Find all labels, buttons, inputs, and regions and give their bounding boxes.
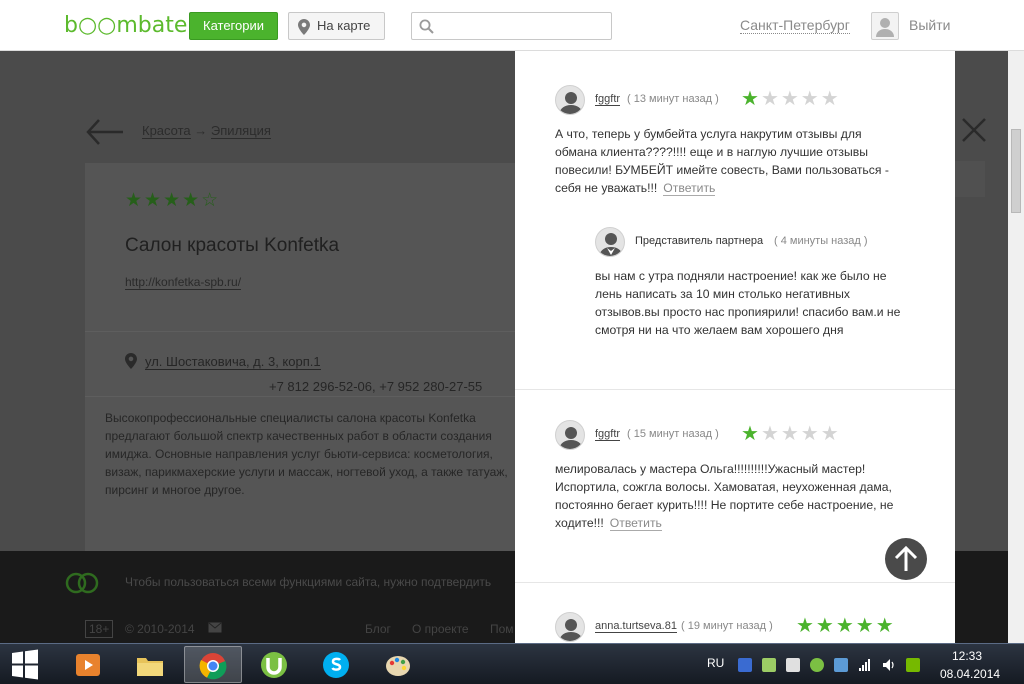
logo[interactable]: b○○mbate [64,13,187,38]
city-selector[interactable]: Санкт-Петербург [740,17,850,34]
flag-tray-icon[interactable] [786,658,800,672]
partner-avatar [595,227,625,257]
reply-link[interactable]: Ответить [609,516,662,531]
volume-icon[interactable] [882,658,896,672]
footer-logo-icon [64,571,100,600]
categories-button[interactable]: Категории [189,12,278,40]
vk-tray-icon[interactable] [738,658,752,672]
footer-link-help[interactable]: Пом [490,622,514,636]
mail-icon[interactable] [208,620,222,638]
star-filled-icon: ★ [741,423,761,445]
taskbar-skype[interactable] [308,646,366,683]
review-text: А что, теперь у бумбейта услуга накрутим… [555,125,900,197]
salon-title: Салон красоты Konfetka [125,235,340,256]
taskbar-file-explorer[interactable] [122,646,180,683]
review-text: мелировалась у мастера Ольга!!!!!!!!!!Уж… [555,460,900,532]
divider [85,331,515,332]
salon-description: Высокопрофессиональные специалисты салон… [105,411,508,497]
salon-website-link[interactable]: http://konfetka-spb.ru/ [125,275,242,290]
salon-address[interactable]: ул. Шостаковича, д. 3, корп.1 [145,354,321,370]
reply-link[interactable]: Ответить [663,181,716,196]
network-signal-icon[interactable] [858,658,872,672]
review-body: А что, теперь у бумбейта услуга накрутим… [555,127,889,195]
review-rating-stars: ★★★★★ [796,616,896,636]
user-silhouette-icon [559,92,583,114]
star-empty-icon: ★★★★ [760,88,841,110]
star-filled-icon: ★★★★★ [796,615,896,637]
user-avatar-icon[interactable] [871,12,899,40]
footer-link-blog[interactable]: Блог [365,622,391,636]
partner-reply-time: ( 4 минуты назад ) [774,235,868,247]
scrollbar-thumb[interactable] [1011,129,1021,213]
skype-icon [323,652,349,678]
user-silhouette-icon [559,619,583,641]
salon-rating-stars: ★★★★☆ [125,190,221,211]
taskbar-media-player[interactable] [60,646,118,683]
star-filled-icon: ★ [741,88,761,110]
utorrent-tray-icon[interactable] [810,658,824,672]
review-rating-stars: ★★★★★ [741,424,841,444]
breadcrumb-separator: → [194,123,208,138]
chrome-icon [199,653,227,680]
background-panel-edge [955,161,985,197]
age-badge: 18+ [85,620,114,638]
close-icon[interactable] [961,117,987,148]
map-button-label: На карте [317,18,371,33]
salon-phones: +7 812 296-52-06, +7 952 280-27-55 [269,379,483,394]
user-avatar [555,85,585,115]
map-button[interactable]: На карте [288,12,385,40]
map-pin-icon [298,18,310,44]
clock-time[interactable]: 12:33 [952,649,982,663]
user-avatar [555,612,585,642]
breadcrumb-item[interactable]: Эпиляция [210,123,271,139]
search-input[interactable] [440,17,605,35]
review-rating-stars: ★★★★★ [741,89,841,109]
divider [85,396,515,397]
star-empty-icon: ★★★★ [760,423,841,445]
user-silhouette-icon [559,427,583,449]
salon-card: ★★★★☆ Салон красоты Konfetka http://konf… [85,163,515,553]
breadcrumb-item[interactable]: Красота [142,123,191,139]
utorrent-icon [261,652,287,678]
chat-tray-icon[interactable] [762,658,776,672]
review-time: ( 13 минут назад ) [627,93,719,105]
folder-icon [137,658,163,676]
partner-reply-text: вы нам с утра подняли настроение! как же… [595,269,901,337]
review-body: мелировалась у мастера Ольга!!!!!!!!!!Уж… [555,462,894,530]
partner-silhouette-icon [599,233,623,256]
windows-taskbar: RU 12:33 08.04.2014 [0,643,1024,684]
review-divider [515,389,955,390]
footer-link-about[interactable]: О проекте [412,622,469,636]
paint-palette-icon [386,656,410,676]
footer-copyright: © 2010-2014 [125,622,195,636]
address-pin-icon [125,353,137,374]
language-indicator[interactable]: RU [707,656,724,670]
taskbar-utorrent[interactable] [246,646,304,683]
arrow-up-icon [894,545,918,571]
page-scrollbar[interactable] [1008,51,1024,643]
display-tray-icon[interactable] [834,658,848,672]
logout-link[interactable]: Выйти [909,17,950,33]
search-icon [419,19,434,39]
review-username[interactable]: fggftr [595,428,621,441]
search-box[interactable] [411,12,612,40]
nvidia-tray-icon[interactable] [906,658,920,672]
back-arrow-icon[interactable] [85,117,125,152]
user-avatar [555,420,585,450]
taskbar-chrome[interactable] [184,646,242,683]
review-divider [515,582,955,583]
site-header: b○○mbate Категории На карте Санкт-Петерб… [0,0,1024,51]
review-time: ( 19 минут назад ) [681,620,773,632]
partner-name: Представитель партнера [635,235,764,247]
review-time: ( 15 минут назад ) [627,428,719,440]
clock-date[interactable]: 08.04.2014 [940,667,1000,681]
taskbar-paint[interactable] [370,646,428,683]
review-username[interactable]: fggftr [595,93,621,106]
scroll-to-top-button[interactable] [885,538,927,580]
windows-start-icon[interactable] [0,644,50,684]
review-username[interactable]: anna.turtseva.81 [595,620,677,633]
breadcrumb: Красота → Эпиляция [142,123,271,139]
media-player-icon [76,654,100,676]
footer-notice: Чтобы пользоваться всеми функциями сайта… [125,575,492,589]
